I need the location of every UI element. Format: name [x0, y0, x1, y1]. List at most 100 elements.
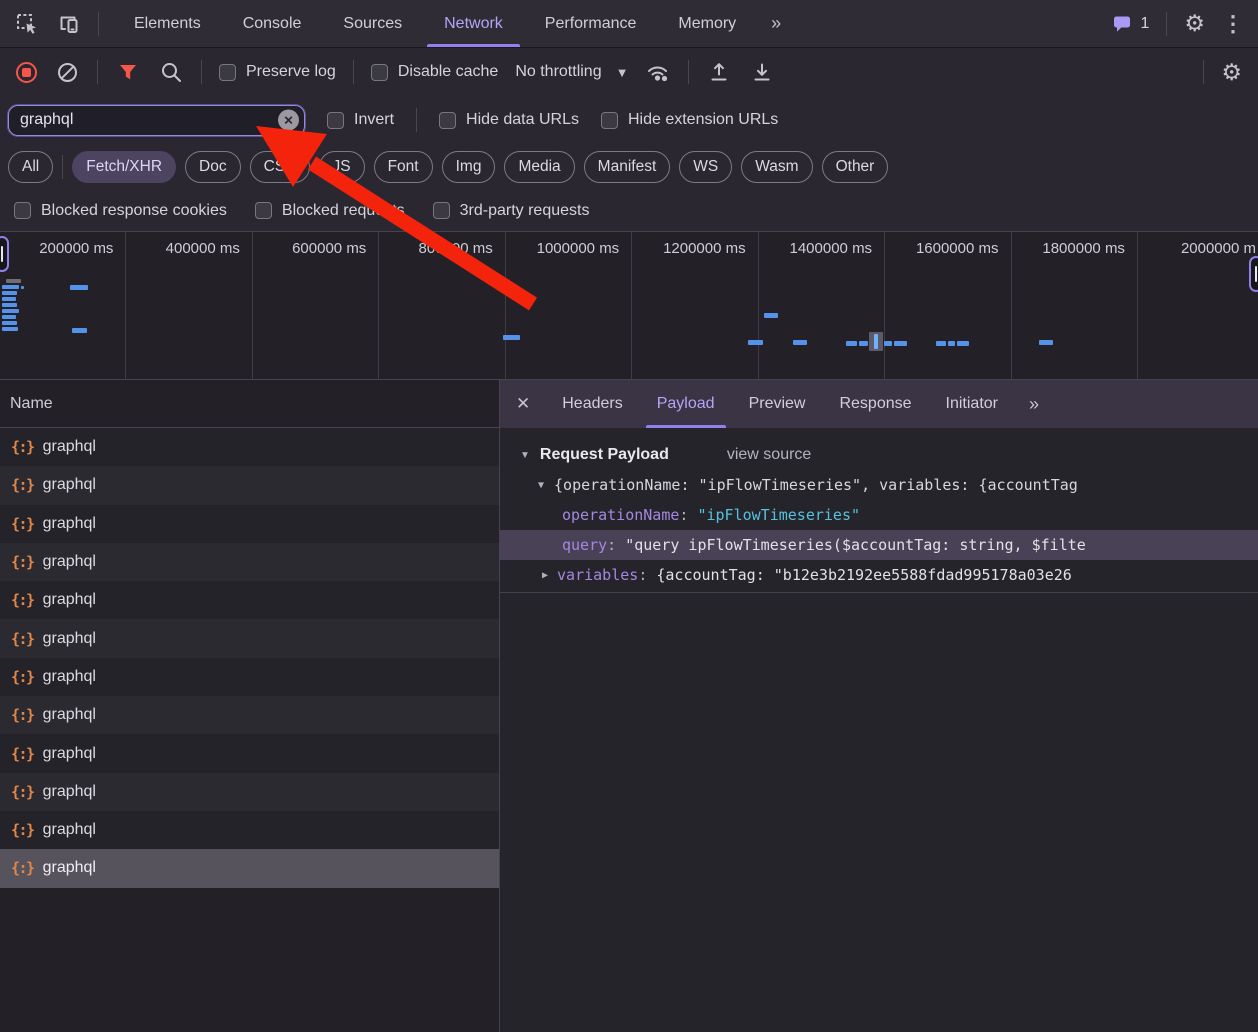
chip-ws[interactable]: WS	[679, 151, 733, 183]
name-column-header[interactable]: Name	[0, 380, 499, 428]
chip-fetch-xhr[interactable]: Fetch/XHR	[72, 151, 177, 183]
expand-object-icon[interactable]: ▶	[542, 570, 548, 581]
tab-network[interactable]: Network	[423, 0, 524, 47]
hide-data-urls-control[interactable]: Hide data URLs	[439, 111, 579, 129]
request-row[interactable]: {:} graphql	[0, 657, 499, 697]
filter-funnel-icon[interactable]	[115, 59, 141, 85]
device-toolbar-icon[interactable]	[56, 11, 82, 37]
collapse-section-icon[interactable]: ▼	[520, 450, 530, 461]
request-row[interactable]: {:} graphql	[0, 810, 499, 850]
chip-doc[interactable]: Doc	[185, 151, 241, 183]
issues-count: 1	[1140, 14, 1150, 32]
chip-media[interactable]: Media	[504, 151, 575, 183]
chip-all[interactable]: All	[8, 151, 54, 183]
request-row[interactable]: {:} graphql	[0, 619, 499, 658]
payload-panel: ▼ Request Payload view source ▼ {operati…	[500, 428, 1258, 1032]
clear-network-log-icon[interactable]	[54, 59, 80, 85]
request-row-selected[interactable]: {:} graphql	[0, 849, 499, 888]
request-row[interactable]: {:} graphql	[0, 428, 499, 467]
divider	[688, 60, 690, 84]
payload-summary-row[interactable]: ▼ {operationName: "ipFlowTimeseries", va…	[500, 470, 1258, 500]
detail-tab-preview[interactable]: Preview	[732, 380, 823, 428]
filter-input[interactable]	[7, 103, 306, 137]
third-party-requests-checkbox[interactable]	[432, 202, 450, 219]
payload-entry-variables[interactable]: ▶ variables: {accountTag: "b12e3b2192ee5…	[500, 560, 1258, 590]
blocked-response-cookies-checkbox[interactable]	[14, 202, 31, 219]
detail-tab-initiator[interactable]: Initiator	[929, 380, 1015, 428]
hide-extension-urls-control[interactable]: Hide extension URLs	[600, 111, 778, 129]
export-har-icon[interactable]	[749, 59, 775, 85]
request-name: graphql	[42, 591, 96, 609]
blocked-response-cookies-control[interactable]: Blocked response cookies	[14, 202, 227, 220]
payload-entry-query[interactable]: query: "query ipFlowTimeseries($accountT…	[500, 530, 1258, 560]
waterfall-bar	[6, 279, 21, 283]
chip-img[interactable]: Img	[441, 151, 496, 183]
timeline-tick: 800000 ms	[379, 232, 506, 379]
detail-tab-response[interactable]: Response	[822, 380, 928, 428]
timeline-tick: 1400000 ms	[759, 232, 886, 379]
third-party-requests-control[interactable]: 3rd-party requests	[432, 201, 590, 220]
request-detail-pane: ✕ Headers Payload Preview Response Initi…	[500, 380, 1258, 1032]
request-row[interactable]: {:} graphql	[0, 581, 499, 620]
request-row[interactable]: {:} graphql	[0, 734, 499, 773]
payload-key: variables	[557, 566, 639, 584]
tab-performance[interactable]: Performance	[524, 0, 658, 47]
inspect-element-icon[interactable]	[14, 11, 40, 37]
request-row[interactable]: {:} graphql	[0, 504, 499, 543]
blocked-requests-checkbox[interactable]	[254, 202, 272, 219]
tab-elements[interactable]: Elements	[113, 0, 222, 47]
disable-cache-checkbox[interactable]	[370, 63, 388, 81]
tab-memory[interactable]: Memory	[657, 0, 757, 47]
collapse-object-icon[interactable]: ▼	[538, 480, 544, 491]
request-row[interactable]: {:} graphql	[0, 466, 499, 505]
hide-data-urls-checkbox[interactable]	[439, 111, 457, 129]
network-settings-gear-icon[interactable]: ⚙	[1221, 60, 1242, 84]
detail-tab-headers[interactable]: Headers	[545, 380, 639, 428]
import-har-icon[interactable]	[706, 59, 732, 85]
chip-wasm[interactable]: Wasm	[741, 151, 813, 183]
timeline-left-grip[interactable]	[0, 236, 9, 272]
third-party-requests-label: 3rd-party requests	[459, 201, 590, 219]
chip-css[interactable]: CSS	[249, 151, 310, 183]
chip-font[interactable]: Font	[373, 151, 433, 183]
request-name: graphql	[42, 476, 96, 494]
main-menu-icon[interactable]: ⋮	[1222, 12, 1244, 35]
blocked-requests-control[interactable]: Blocked requests	[254, 202, 405, 220]
tab-sources[interactable]: Sources	[322, 0, 423, 47]
json-file-icon: {:}	[11, 553, 35, 572]
tab-console[interactable]: Console	[222, 0, 323, 47]
clear-filter-icon[interactable]: ✕	[278, 109, 299, 131]
issues-counter[interactable]: 1	[1112, 14, 1149, 33]
more-detail-tabs-icon[interactable]: »	[1015, 380, 1053, 428]
request-row[interactable]: {:} graphql	[0, 772, 499, 811]
request-name: graphql	[42, 667, 96, 685]
divider	[352, 60, 354, 84]
invert-control[interactable]: Invert	[327, 111, 394, 129]
invert-checkbox[interactable]	[327, 111, 344, 129]
throttling-dropdown[interactable]: No throttling ▼	[515, 63, 628, 81]
payload-entry-operationname[interactable]: operationName: "ipFlowTimeseries"	[500, 500, 1258, 530]
chip-other[interactable]: Other	[821, 151, 889, 183]
preserve-log-checkbox[interactable]	[219, 63, 236, 81]
settings-gear-icon[interactable]: ⚙	[1184, 12, 1205, 35]
more-tabs-icon[interactable]: »	[757, 0, 795, 47]
record-network-log-button[interactable]	[16, 61, 37, 83]
view-source-link[interactable]: view source	[727, 446, 811, 464]
request-name: graphql	[42, 438, 96, 456]
detail-tab-payload[interactable]: Payload	[640, 380, 732, 428]
request-name: graphql	[42, 782, 96, 800]
request-name: graphql	[42, 514, 96, 532]
hide-extension-urls-checkbox[interactable]	[600, 111, 618, 129]
network-conditions-icon[interactable]	[645, 59, 671, 85]
preserve-log-control[interactable]: Preserve log	[219, 63, 336, 81]
close-detail-icon[interactable]: ✕	[500, 380, 545, 428]
chip-js[interactable]: JS	[318, 151, 365, 183]
json-file-icon: {:}	[11, 821, 35, 840]
request-row[interactable]: {:} graphql	[0, 696, 499, 735]
disable-cache-control[interactable]: Disable cache	[370, 63, 498, 81]
timeline-right-grip[interactable]	[1249, 256, 1258, 292]
search-icon[interactable]	[158, 59, 184, 85]
request-row[interactable]: {:} graphql	[0, 542, 499, 582]
network-overview-timeline[interactable]: 200000 ms 400000 ms 600000 ms 800000 ms …	[0, 232, 1258, 380]
chip-manifest[interactable]: Manifest	[583, 151, 671, 183]
